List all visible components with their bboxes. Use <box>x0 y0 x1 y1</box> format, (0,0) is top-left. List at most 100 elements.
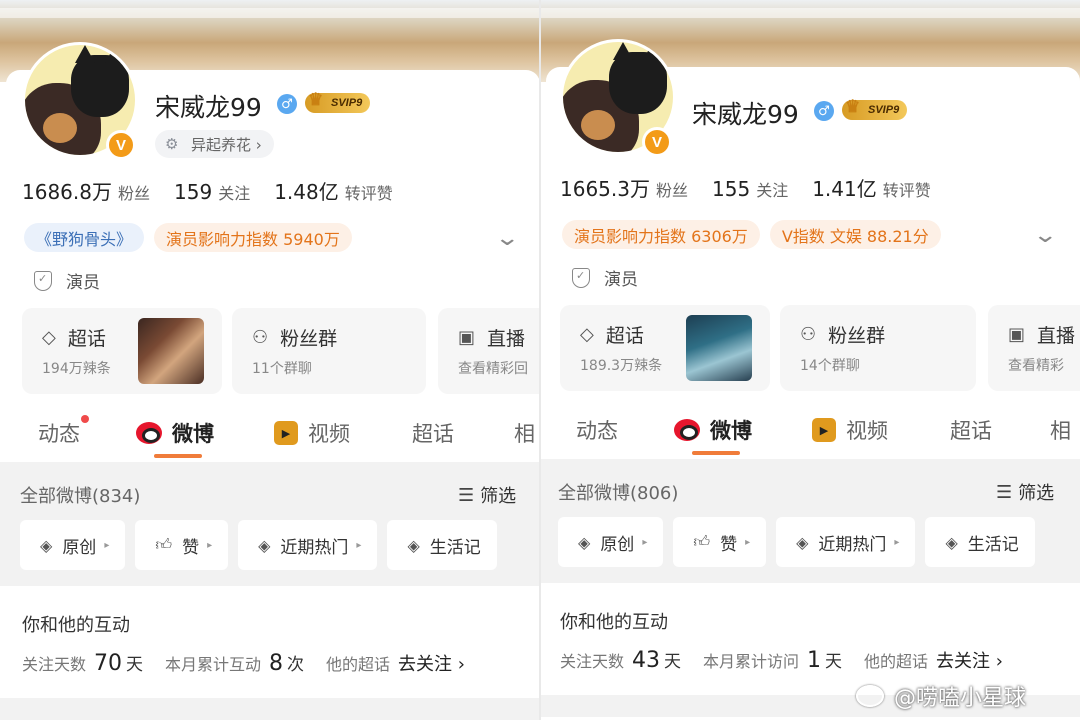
profile-name: 宋威龙99 <box>692 100 799 129</box>
tab-label: 超话 <box>950 419 992 443</box>
filter-button[interactable]: ☰ 筛选 <box>458 482 516 508</box>
filter-chips: ◈ 原创 ▸ 👍︎ 赞 ▸ ◈ 近期热门 ▸ ◈ 生活记 <box>558 517 1035 567</box>
male-gender-icon: ♂ <box>277 94 297 114</box>
influence-index-pill[interactable]: 演员影响力指数 5940万 <box>154 223 352 252</box>
chip-likes[interactable]: 👍︎ 赞 ▸ <box>673 517 767 567</box>
month-stat-label: 本月累计互动 <box>165 655 262 674</box>
chip-original[interactable]: ◈ 原创 ▸ <box>20 520 126 570</box>
drama-pill[interactable]: 《野狗骨头》 <box>24 223 145 252</box>
month-stat-unit: 天 <box>825 652 843 672</box>
video-icon: ▶ <box>274 421 298 445</box>
chevron-down-icon[interactable]: ⌄ <box>1032 223 1058 248</box>
weibo-count-label: 全部微博(806) <box>558 483 679 504</box>
weibo-count-label: 全部微博(834) <box>20 486 141 507</box>
influence-index-pill[interactable]: 演员影响力指数 6306万 <box>562 220 760 249</box>
engagement-count[interactable]: 1.48亿 <box>274 176 339 205</box>
tab-weibo[interactable]: 微博 <box>674 415 752 445</box>
feature-subtitle: 查看精彩回 <box>458 361 528 377</box>
tab-video[interactable]: ▶ 视频 <box>812 415 888 445</box>
tab-supertopic[interactable]: 超话 <box>412 418 454 448</box>
tab-label: 视频 <box>308 422 350 446</box>
chip-hot[interactable]: ◈ 近期热门 ▸ <box>238 520 378 570</box>
role-label: 演员 <box>604 270 638 290</box>
chip-life[interactable]: ◈ 生活记 <box>925 517 1035 567</box>
feature-subtitle: 11个群聊 <box>252 361 312 377</box>
active-tab-indicator <box>154 454 202 458</box>
tab-weibo[interactable]: 微博 <box>136 418 214 448</box>
feature-card-live[interactable]: ▣ 直播 查看精彩 <box>988 305 1080 391</box>
feature-card-fan-group[interactable]: ⚇ 粉丝群 14个群聊 <box>780 305 976 391</box>
chip-label: 生活记 <box>429 537 481 558</box>
supertopic-label: 他的超话 <box>326 655 391 674</box>
tab-related[interactable]: 相 <box>1050 415 1071 445</box>
group-tag[interactable]: ⚙ 异起养花 › <box>155 130 274 158</box>
feature-subtitle: 189.3万辣条 <box>580 358 663 374</box>
followers-count[interactable]: 1665.3万 <box>560 173 650 202</box>
shield-icon <box>572 267 590 288</box>
verified-badge-icon: V <box>642 127 672 157</box>
follow-days-value: 70 <box>94 651 123 676</box>
chevron-down-icon[interactable]: ⌄ <box>494 226 520 251</box>
tab-activity[interactable]: 动态 <box>38 415 89 448</box>
role-label: 演员 <box>66 273 100 293</box>
svip-badge[interactable]: ♛ SVIP9 <box>305 90 371 113</box>
feature-subtitle: 14个群聊 <box>800 358 860 374</box>
followers-count[interactable]: 1686.8万 <box>22 176 112 205</box>
tab-label: 动态 <box>576 419 618 443</box>
chip-likes[interactable]: 👍︎ 赞 ▸ <box>135 520 229 570</box>
feature-card-fan-group[interactable]: ⚇ 粉丝群 11个群聊 <box>232 308 426 394</box>
chip-life[interactable]: ◈ 生活记 <box>387 520 497 570</box>
profile-pills: 《野狗骨头》 演员影响力指数 5940万 <box>24 223 352 252</box>
interaction-card: 你和他的互动 关注天数 70 天 本月累计互动 8 次 他的超话 去关注 › <box>0 586 540 698</box>
feature-card-supertopic[interactable]: ◇ 超话 194万辣条 <box>22 308 222 394</box>
v-index-pill[interactable]: V指数 文娱 88.21分 <box>769 220 941 249</box>
profile-name: 宋威龙99 <box>155 93 262 122</box>
chip-original[interactable]: ◈ 原创 ▸ <box>558 517 664 567</box>
chip-label: 近期热门 <box>818 534 887 555</box>
chip-label: 原创 <box>62 537 97 558</box>
thumbs-up-icon: 👍︎ <box>693 532 711 551</box>
tab-activity[interactable]: 动态 <box>576 415 618 445</box>
filter-button[interactable]: ☰ 筛选 <box>996 479 1054 505</box>
male-gender-icon: ♂ <box>814 101 834 121</box>
supertopic-label: 他的超话 <box>864 652 929 671</box>
group-icon: ⚇ <box>252 327 269 348</box>
chip-label: 赞 <box>720 534 738 555</box>
group-icon: ⚇ <box>800 324 817 345</box>
chip-label: 原创 <box>600 534 635 555</box>
follow-supertopic-link[interactable]: 去关注 › <box>398 650 465 676</box>
following-label: 关注 <box>756 181 789 200</box>
engagement-label: 转评赞 <box>344 184 393 203</box>
watermark-text: @唠嗑小星球 <box>894 686 1027 711</box>
chip-hot[interactable]: ◈ 近期热门 ▸ <box>776 517 916 567</box>
feature-card-live[interactable]: ▣ 直播 查看精彩回 <box>438 308 540 394</box>
follow-days-label: 关注天数 <box>560 652 625 671</box>
crown-icon: ♛ <box>845 97 861 116</box>
chip-label: 生活记 <box>967 534 1019 555</box>
supertopic-thumbnail <box>686 315 752 381</box>
caret-right-icon: ▸ <box>745 536 751 548</box>
feature-card-supertopic[interactable]: ◇ 超话 189.3万辣条 <box>560 305 770 391</box>
chip-label: 近期热门 <box>280 537 349 558</box>
month-stat-value: 1 <box>807 648 822 673</box>
weibo-icon <box>674 419 700 441</box>
tab-label: 相 <box>514 422 535 446</box>
sort-filter-icon: ☰ <box>458 484 475 506</box>
tab-video[interactable]: ▶ 视频 <box>274 418 350 448</box>
follow-supertopic-link[interactable]: 去关注 › <box>936 647 1003 673</box>
avatar-cat-illustration <box>71 45 129 117</box>
svip-badge[interactable]: ♛ SVIP9 <box>842 97 908 120</box>
video-icon: ▶ <box>812 418 836 442</box>
following-count[interactable]: 155 <box>712 177 750 201</box>
role-row: 演员 <box>572 265 638 290</box>
feature-title: 超话 <box>67 328 106 350</box>
verified-badge-icon: V <box>106 130 136 160</box>
following-count[interactable]: 159 <box>174 180 212 204</box>
layers-icon: ◈ <box>40 535 53 555</box>
tab-supertopic[interactable]: 超话 <box>950 415 992 445</box>
tab-related[interactable]: 相 <box>514 418 535 448</box>
caret-right-icon: ▸ <box>642 536 648 548</box>
thumbs-up-icon: 👍︎ <box>155 535 173 554</box>
follow-days-unit: 天 <box>664 652 682 672</box>
engagement-count[interactable]: 1.41亿 <box>812 173 877 202</box>
